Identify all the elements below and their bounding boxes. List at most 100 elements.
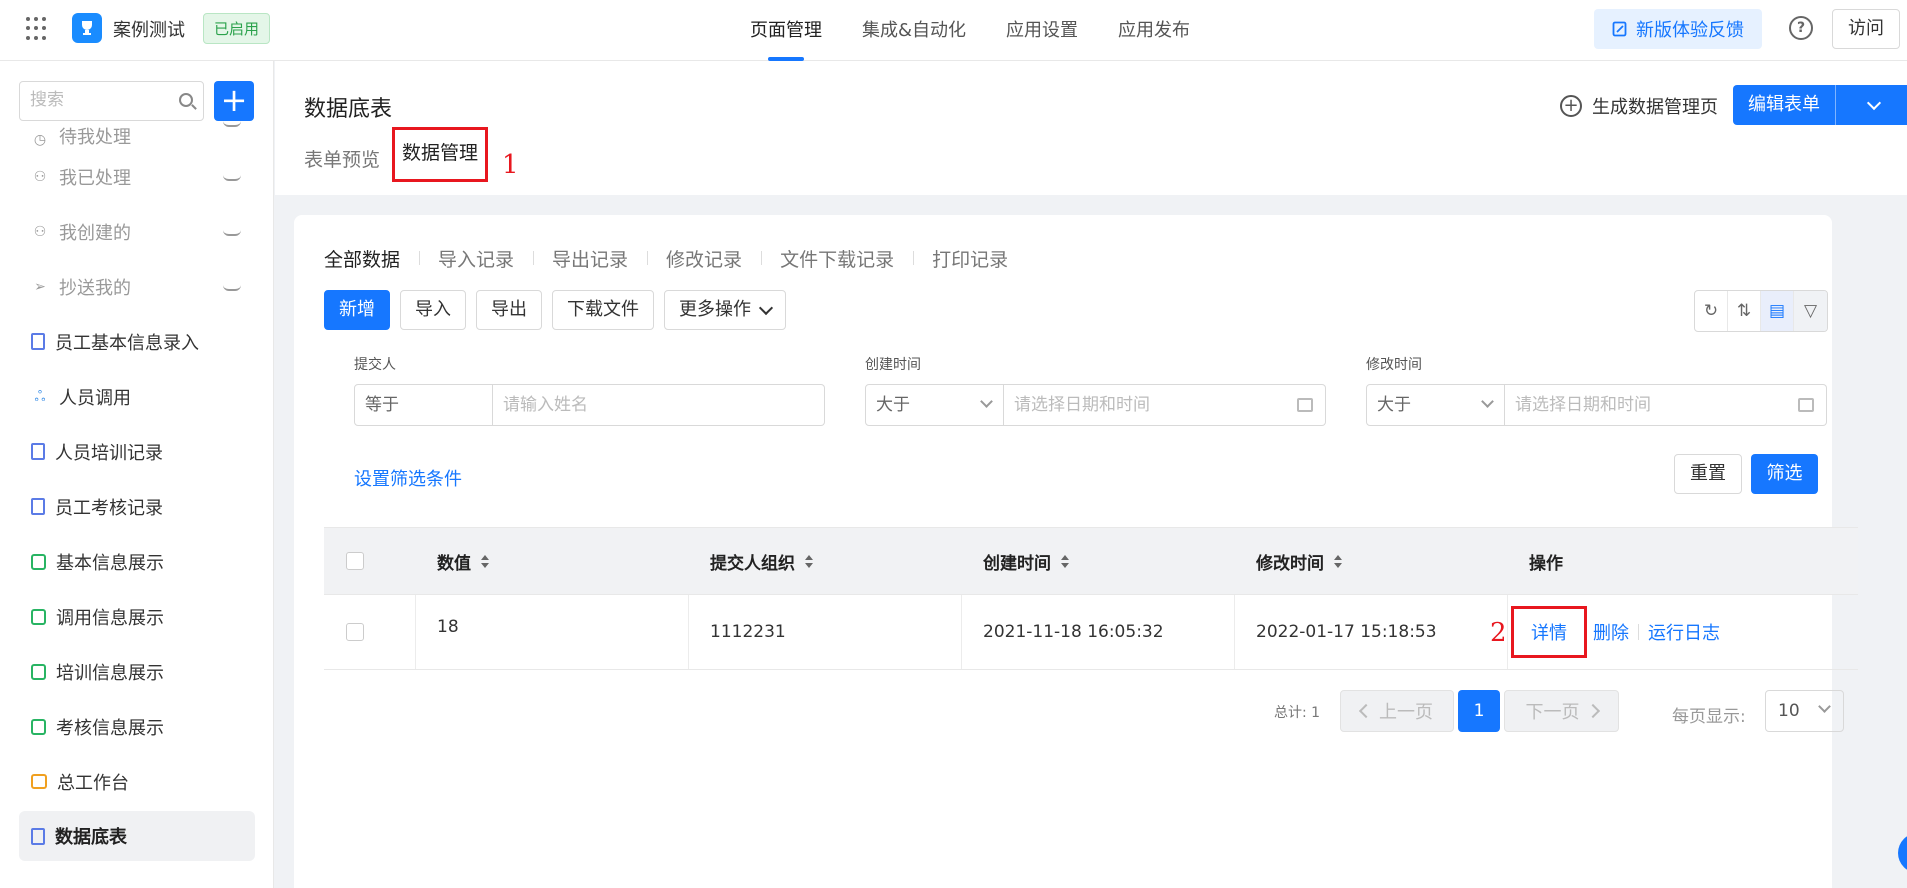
report-chart-icon bbox=[31, 718, 46, 735]
set-filter-conditions-link[interactable]: 设置筛选条件 bbox=[354, 465, 462, 491]
header-modified-time[interactable]: 修改时间 bbox=[1235, 528, 1508, 594]
tab-print-records[interactable]: 打印记录 bbox=[913, 245, 1027, 272]
feedback-button[interactable]: 新版体验反馈 bbox=[1594, 9, 1762, 49]
filter-icon[interactable]: ▽ bbox=[1794, 291, 1827, 331]
add-page-button[interactable]: + bbox=[214, 81, 254, 121]
visit-button[interactable]: 访问 bbox=[1832, 9, 1900, 49]
eye-closed-icon[interactable] bbox=[223, 230, 241, 236]
refresh-icon[interactable]: ↻ bbox=[1695, 291, 1728, 331]
eye-closed-icon[interactable] bbox=[223, 121, 241, 127]
chevron-left-icon bbox=[1358, 703, 1374, 719]
plus-circle-icon: + bbox=[1560, 95, 1582, 117]
page-tabs: 表单预览 数据管理 bbox=[304, 127, 500, 182]
nav-integration-automation[interactable]: 集成&自动化 bbox=[842, 0, 986, 61]
filter-submitter-input[interactable]: 请输入姓名 bbox=[493, 384, 825, 426]
sidebar-item-label: 我创建的 bbox=[59, 222, 131, 244]
more-actions-label: 更多操作 bbox=[679, 299, 751, 320]
sidebar-item-transfer-display[interactable]: 调用信息展示 bbox=[19, 589, 255, 644]
header-created-time[interactable]: 创建时间 bbox=[962, 528, 1235, 594]
search-icon[interactable] bbox=[179, 93, 193, 107]
reset-button[interactable]: 重置 bbox=[1674, 454, 1742, 494]
sidebar-search[interactable] bbox=[19, 81, 204, 121]
eye-closed-icon[interactable] bbox=[223, 175, 241, 181]
calendar-icon bbox=[1297, 398, 1313, 412]
detail-link[interactable]: 详情 bbox=[1511, 606, 1587, 658]
header-value[interactable]: 数值 bbox=[416, 528, 689, 594]
tab-all-data[interactable]: 全部数据 bbox=[324, 245, 419, 272]
run-log-link[interactable]: 运行日志 bbox=[1648, 619, 1720, 645]
row-actions: 详情 删除 运行日志 bbox=[1511, 606, 1720, 658]
download-files-button[interactable]: 下载文件 bbox=[552, 290, 654, 330]
tab-file-download-records[interactable]: 文件下载记录 bbox=[761, 245, 913, 272]
app-name: 案例测试 bbox=[113, 20, 185, 41]
sidebar-item-training-display[interactable]: 培训信息展示 bbox=[19, 644, 255, 699]
page-title: 数据底表 bbox=[304, 97, 393, 122]
chevron-down-icon bbox=[758, 300, 774, 315]
cell-modified-time: 2022-01-17 15:18:53 bbox=[1235, 595, 1508, 669]
add-record-button[interactable]: 新增 bbox=[324, 290, 390, 330]
sort-icon[interactable] bbox=[481, 554, 489, 568]
header-submitter-org[interactable]: 提交人组织 bbox=[689, 528, 962, 594]
filter-button[interactable]: 筛选 bbox=[1751, 454, 1818, 494]
sidebar-item-data-table[interactable]: 数据底表 bbox=[19, 811, 255, 861]
prev-page-button[interactable]: 上一页 bbox=[1340, 690, 1454, 732]
tab-modify-records[interactable]: 修改记录 bbox=[647, 245, 761, 272]
sidebar-item-training-record[interactable]: 人员培训记录 bbox=[19, 424, 255, 479]
sidebar-item-employee-info[interactable]: 员工基本信息录入 bbox=[19, 314, 255, 369]
calendar-icon bbox=[1798, 398, 1814, 412]
divider bbox=[1638, 624, 1639, 640]
sidebar-item-label: 调用信息展示 bbox=[56, 607, 164, 629]
next-page-button[interactable]: 下一页 bbox=[1504, 690, 1619, 732]
sidebar-item-label: 考核信息展示 bbox=[56, 717, 164, 739]
tab-data-management[interactable]: 数据管理 bbox=[392, 127, 489, 182]
header-actions: 操作 bbox=[1529, 553, 1563, 574]
select-all-checkbox[interactable] bbox=[346, 552, 364, 570]
sidebar-item-assessment-display[interactable]: 考核信息展示 bbox=[19, 699, 255, 754]
generate-manage-page-button[interactable]: + 生成数据管理页 bbox=[1560, 93, 1718, 119]
filter-created-op[interactable]: 大于 bbox=[865, 384, 1004, 426]
nav-app-settings[interactable]: 应用设置 bbox=[986, 0, 1098, 61]
filter-modified-input[interactable]: 请选择日期和时间 bbox=[1505, 384, 1827, 426]
sidebar-item-basic-info-display[interactable]: 基本信息展示 bbox=[19, 534, 255, 589]
eye-closed-icon[interactable] bbox=[223, 285, 241, 291]
sidebar-item-created[interactable]: ⚇ 我创建的 bbox=[19, 204, 255, 259]
sidebar-item-handled[interactable]: ⚇ 我已处理 bbox=[19, 149, 255, 204]
sidebar-item-assessment-record[interactable]: 员工考核记录 bbox=[19, 479, 255, 534]
row-checkbox[interactable] bbox=[346, 623, 364, 641]
nav-app-publish[interactable]: 应用发布 bbox=[1098, 0, 1210, 61]
sidebar-item-label: 员工考核记录 bbox=[55, 497, 163, 519]
sort-icon[interactable]: ⇅ bbox=[1728, 291, 1761, 331]
report-chart-icon bbox=[31, 553, 46, 570]
sort-icon[interactable] bbox=[1334, 554, 1342, 568]
delete-link[interactable]: 删除 bbox=[1593, 619, 1629, 645]
table-tools: ↻ ⇅ ▤ ▽ bbox=[1694, 290, 1828, 332]
help-icon[interactable]: ? bbox=[1789, 16, 1813, 40]
per-page-select[interactable]: 10 bbox=[1765, 690, 1844, 732]
sidebar-item-pending[interactable]: ◷ 待我处理 bbox=[19, 121, 255, 149]
prev-page-label: 上一页 bbox=[1379, 702, 1433, 723]
tab-form-preview[interactable]: 表单预览 bbox=[304, 145, 380, 172]
sort-icon[interactable] bbox=[1061, 554, 1069, 568]
sidebar-item-workbench[interactable]: 总工作台 bbox=[19, 754, 255, 809]
nav-page-management[interactable]: 页面管理 bbox=[730, 0, 842, 61]
edit-form-button[interactable]: 编辑表单 bbox=[1733, 85, 1907, 125]
edit-form-label[interactable]: 编辑表单 bbox=[1733, 85, 1835, 125]
search-input[interactable] bbox=[30, 90, 170, 110]
sidebar-item-staff-transfer[interactable]: ஃ 人员调用 bbox=[19, 369, 255, 424]
sort-icon[interactable] bbox=[805, 554, 813, 568]
column-settings-icon[interactable]: ▤ bbox=[1761, 291, 1794, 331]
filter-submitter-op[interactable]: 等于 bbox=[354, 384, 493, 426]
filter-created-input[interactable]: 请选择日期和时间 bbox=[1004, 384, 1326, 426]
tab-import-records[interactable]: 导入记录 bbox=[419, 245, 533, 272]
export-button[interactable]: 导出 bbox=[476, 290, 542, 330]
tab-export-records[interactable]: 导出记录 bbox=[533, 245, 647, 272]
sidebar-item-cc[interactable]: ➢ 抄送我的 bbox=[19, 259, 255, 314]
page-number-current[interactable]: 1 bbox=[1458, 690, 1500, 732]
more-actions-button[interactable]: 更多操作 bbox=[664, 290, 786, 330]
app-grid-icon[interactable] bbox=[26, 17, 50, 41]
filter-modified-op[interactable]: 大于 bbox=[1366, 384, 1505, 426]
edit-note-icon bbox=[1612, 21, 1627, 37]
import-button[interactable]: 导入 bbox=[400, 290, 466, 330]
edit-form-dropdown[interactable] bbox=[1836, 85, 1907, 125]
floating-help-bubble[interactable] bbox=[1898, 833, 1907, 873]
